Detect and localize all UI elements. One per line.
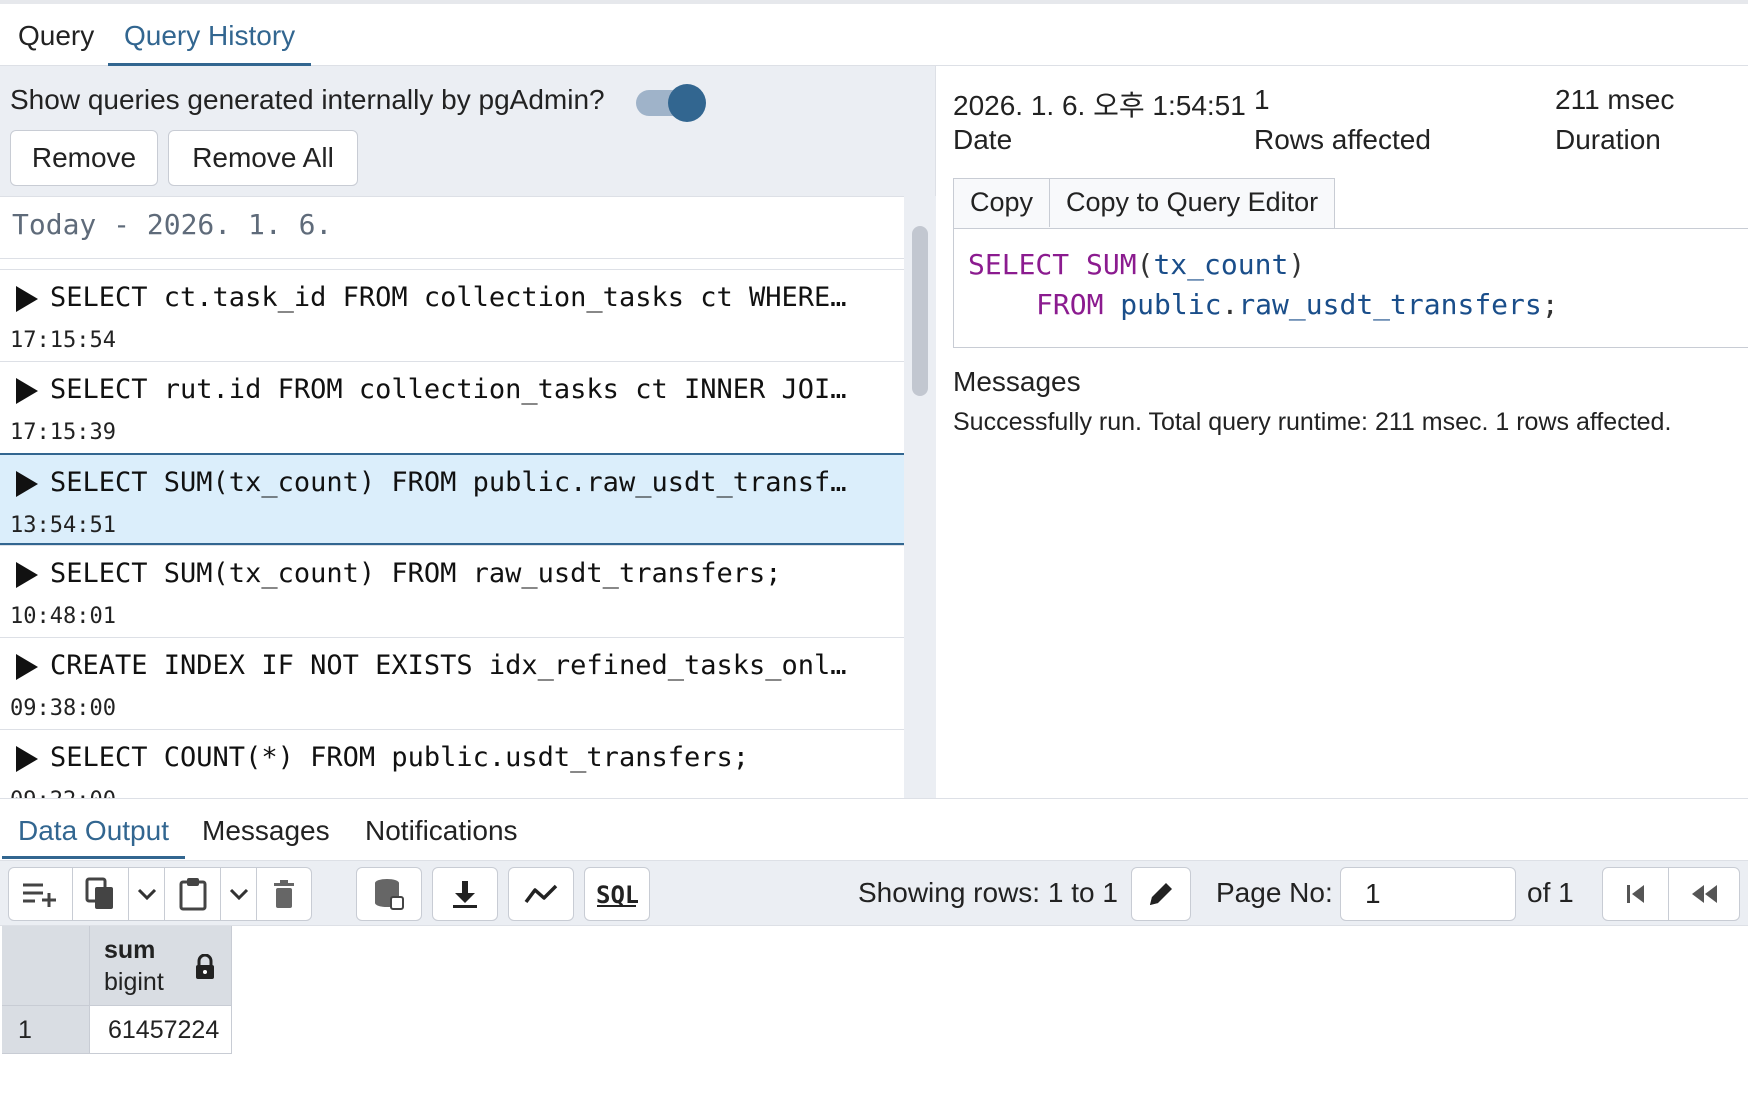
date-label: Date <box>953 124 1013 155</box>
history-scrollbar[interactable] <box>904 196 936 798</box>
results-grid: sum bigint 1 61457224 <box>0 926 1748 1096</box>
messages-text: Successfully run. Total query runtime: 2… <box>953 408 1672 436</box>
history-entry[interactable]: SELECT rut.id FROM collection_tasks ct I… <box>0 361 904 453</box>
history-entry-time: 17:15:39 <box>10 420 116 445</box>
history-entry-time: 09:38:00 <box>10 696 116 721</box>
history-list: Today - 2026. 1. 6. SELECT ct.task_id FR… <box>0 196 904 798</box>
play-icon[interactable] <box>16 286 38 312</box>
messages-title: Messages <box>953 366 1081 397</box>
data-cell[interactable]: 61457224 <box>90 1006 232 1054</box>
sql-keyword: SELECT <box>968 248 1070 281</box>
tab-query-history[interactable]: Query History <box>108 16 312 66</box>
data-output-toolbar: SQL Showing rows: 1 to 1 Page No: 1 of 1 <box>0 860 1748 926</box>
history-entry-selected[interactable]: SELECT SUM(tx_count) FROM public.raw_usd… <box>0 453 904 545</box>
total-pages-text: of 1 <box>1527 877 1574 908</box>
sql-code-view[interactable]: SELECT SUM(tx_count) FROM public.raw_usd… <box>953 228 1748 348</box>
history-entry[interactable]: SELECT COUNT(*) FROM public.usdt_transfe… <box>0 729 904 798</box>
tab-data-output[interactable]: Data Output <box>2 811 185 859</box>
graph-toolbar-group <box>508 867 574 921</box>
history-entry-time: 13:54:51 <box>10 513 116 538</box>
scrollbar-thumb[interactable] <box>912 226 928 396</box>
history-entry[interactable]: SELECT SUM(tx_count) FROM raw_usdt_trans… <box>0 545 904 637</box>
history-entry-time: 17:15:54 <box>10 328 116 353</box>
code-line: FROM public.raw_usdt_transfers; <box>1036 288 1559 321</box>
column-type: bigint <box>104 968 164 996</box>
column-name: sum <box>104 936 156 964</box>
sql-function: SUM <box>1086 248 1137 281</box>
sql-identifier: public <box>1120 288 1222 321</box>
download-toolbar-group <box>432 867 498 921</box>
query-detail-panel: 2026. 1. 6. 오후 1:54:51 1 211 msec Date R… <box>937 66 1748 798</box>
tab-notifications[interactable]: Notifications <box>365 811 518 859</box>
play-icon[interactable] <box>16 562 38 588</box>
save-toolbar-group <box>356 867 422 921</box>
save-data-icon[interactable] <box>357 868 421 920</box>
history-entry-sql: CREATE INDEX IF NOT EXISTS idx_refined_t… <box>50 650 847 681</box>
showing-rows-text: Showing rows: 1 to 1 <box>858 877 1118 908</box>
tab-messages[interactable]: Messages <box>202 811 330 859</box>
row-number-cell[interactable]: 1 <box>2 1006 90 1054</box>
svg-text:SQL: SQL <box>596 881 638 907</box>
history-entry[interactable]: CREATE INDEX IF NOT EXISTS idx_refined_t… <box>0 637 904 729</box>
internal-queries-toggle[interactable] <box>636 84 706 122</box>
lock-icon <box>194 953 216 985</box>
history-entry-time: 09:22:00 <box>10 786 116 798</box>
sql-identifier: tx_count <box>1153 248 1289 281</box>
copy-to-query-editor-button[interactable]: Copy to Query Editor <box>1050 179 1334 227</box>
play-icon[interactable] <box>16 746 38 772</box>
column-header-sum[interactable]: sum bigint <box>90 926 232 1006</box>
rows-affected-value: 1 <box>1254 84 1270 115</box>
page-number-label: Page No: <box>1216 877 1333 908</box>
history-entry[interactable]: SELECT ct.task_id FROM collection_tasks … <box>0 269 904 361</box>
pagination-group <box>1602 867 1740 921</box>
copy-icon[interactable] <box>73 868 129 920</box>
history-entry-sql: SELECT ct.task_id FROM collection_tasks … <box>50 282 847 313</box>
chevron-down-icon[interactable] <box>129 868 165 920</box>
delete-icon[interactable] <box>257 868 311 920</box>
copy-toolbar: Copy Copy to Query Editor <box>953 178 1336 228</box>
sql-identifier: raw_usdt_transfers <box>1238 288 1542 321</box>
history-entry-sql: SELECT rut.id FROM collection_tasks ct I… <box>50 374 847 405</box>
play-icon[interactable] <box>16 471 38 497</box>
date-group-header: Today - 2026. 1. 6. <box>0 197 904 259</box>
history-entries: SELECT ct.task_id FROM collection_tasks … <box>0 269 904 798</box>
duration-value: 211 msec <box>1555 84 1675 115</box>
chevron-down-icon[interactable] <box>221 868 257 920</box>
play-icon[interactable] <box>16 378 38 404</box>
sql-keyword: FROM <box>1036 288 1104 321</box>
rows-affected-label: Rows affected <box>1254 124 1431 155</box>
history-entry-sql: SELECT SUM(tx_count) FROM raw_usdt_trans… <box>50 558 782 589</box>
first-page-icon[interactable] <box>1603 868 1669 920</box>
output-tab-bar: Data Output Messages Notifications <box>0 798 1748 860</box>
page-number-input[interactable]: 1 <box>1340 867 1516 921</box>
edit-toolbar-group <box>8 867 312 921</box>
query-history-panel: Show queries generated internally by pgA… <box>0 66 936 798</box>
download-icon[interactable] <box>433 868 497 920</box>
add-row-icon[interactable] <box>9 868 73 920</box>
code-line: SELECT SUM(tx_count) <box>968 248 1306 281</box>
history-entry-sql: SELECT SUM(tx_count) FROM public.raw_usd… <box>50 467 847 498</box>
previous-page-icon[interactable] <box>1669 868 1739 920</box>
toggle-knob <box>668 84 706 122</box>
history-entry-sql: SELECT COUNT(*) FROM public.usdt_transfe… <box>50 742 749 773</box>
remove-all-button[interactable]: Remove All <box>168 130 358 186</box>
sql-toolbar-group: SQL <box>584 867 650 921</box>
graph-icon[interactable] <box>509 868 573 920</box>
tab-query[interactable]: Query <box>18 16 94 66</box>
query-date-value: 2026. 1. 6. 오후 1:54:51 <box>953 90 1246 121</box>
top-tab-bar: Query Query History <box>0 0 1748 66</box>
duration-label: Duration <box>1555 124 1661 155</box>
paste-icon[interactable] <box>165 868 221 920</box>
edit-icon[interactable] <box>1131 867 1191 921</box>
copy-button[interactable]: Copy <box>954 179 1051 227</box>
sql-icon[interactable]: SQL <box>585 868 649 920</box>
remove-button[interactable]: Remove <box>10 130 158 186</box>
grid-corner-cell[interactable] <box>2 926 90 1006</box>
play-icon[interactable] <box>16 654 38 680</box>
internal-queries-toggle-label: Show queries generated internally by pgA… <box>10 84 605 115</box>
history-entry-time: 10:48:01 <box>10 604 116 629</box>
